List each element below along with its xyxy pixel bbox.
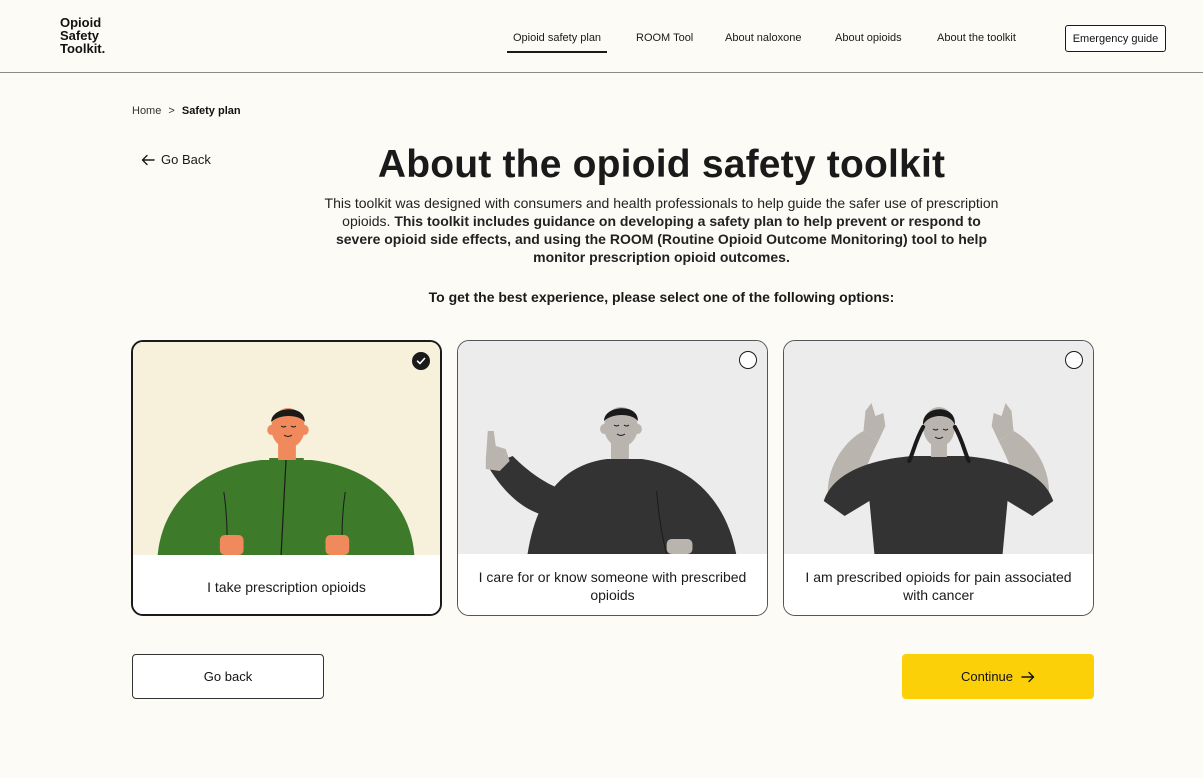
nav-about-the-toolkit[interactable]: About the toolkit xyxy=(937,32,1016,44)
site-logo[interactable]: Opioid Safety Toolkit. xyxy=(60,16,105,55)
go-back-button[interactable]: Go back xyxy=(132,654,324,699)
radio-unchecked-icon[interactable] xyxy=(1065,351,1083,369)
nav-about-opioids[interactable]: About opioids xyxy=(835,32,902,44)
breadcrumb-current: Safety plan xyxy=(181,105,241,117)
breadcrumb: Home > Safety plan xyxy=(132,105,241,117)
emergency-guide-button[interactable]: Emergency guide xyxy=(1065,25,1166,52)
site-header: Opioid Safety Toolkit. Opioid safety pla… xyxy=(0,0,1203,73)
radio-unchecked-icon[interactable] xyxy=(739,351,757,369)
intro-bold: This toolkit includes guidance on develo… xyxy=(335,213,987,265)
nav-about-naloxone[interactable]: About naloxone xyxy=(725,32,801,44)
option-card-take-opioids[interactable]: I take prescription opioids xyxy=(131,340,442,616)
option-card-cancer-pain[interactable]: I am prescribed opioids for pain associa… xyxy=(783,340,1094,616)
option-card-care-for-someone[interactable]: I care for or know someone with prescrib… xyxy=(457,340,768,616)
illustration-person-both-hands-up xyxy=(784,341,1093,554)
continue-label: Continue xyxy=(960,669,1014,684)
continue-button[interactable]: Continue xyxy=(902,654,1094,699)
logo-line-3: Toolkit. xyxy=(60,41,106,56)
page-title: About the opioid safety toolkit xyxy=(377,143,946,186)
option-label: I am prescribed opioids for pain associa… xyxy=(784,554,1093,615)
illustration-person-pointing xyxy=(458,341,767,554)
nav-opioid-safety-plan[interactable]: Opioid safety plan xyxy=(506,32,608,53)
radio-checked-icon[interactable] xyxy=(412,352,430,370)
breadcrumb-separator: > xyxy=(168,105,175,117)
arrow-right-icon xyxy=(1021,671,1035,682)
intro-text: This toolkit was designed with consumers… xyxy=(322,194,1001,266)
breadcrumb-home[interactable]: Home xyxy=(132,105,161,117)
option-label: I care for or know someone with prescrib… xyxy=(458,554,767,615)
nav-room-tool[interactable]: ROOM Tool xyxy=(636,32,693,44)
illustration-person-green xyxy=(133,342,440,555)
option-label: I take prescription opioids xyxy=(133,555,440,614)
selection-prompt: To get the best experience, please selec… xyxy=(428,289,895,305)
